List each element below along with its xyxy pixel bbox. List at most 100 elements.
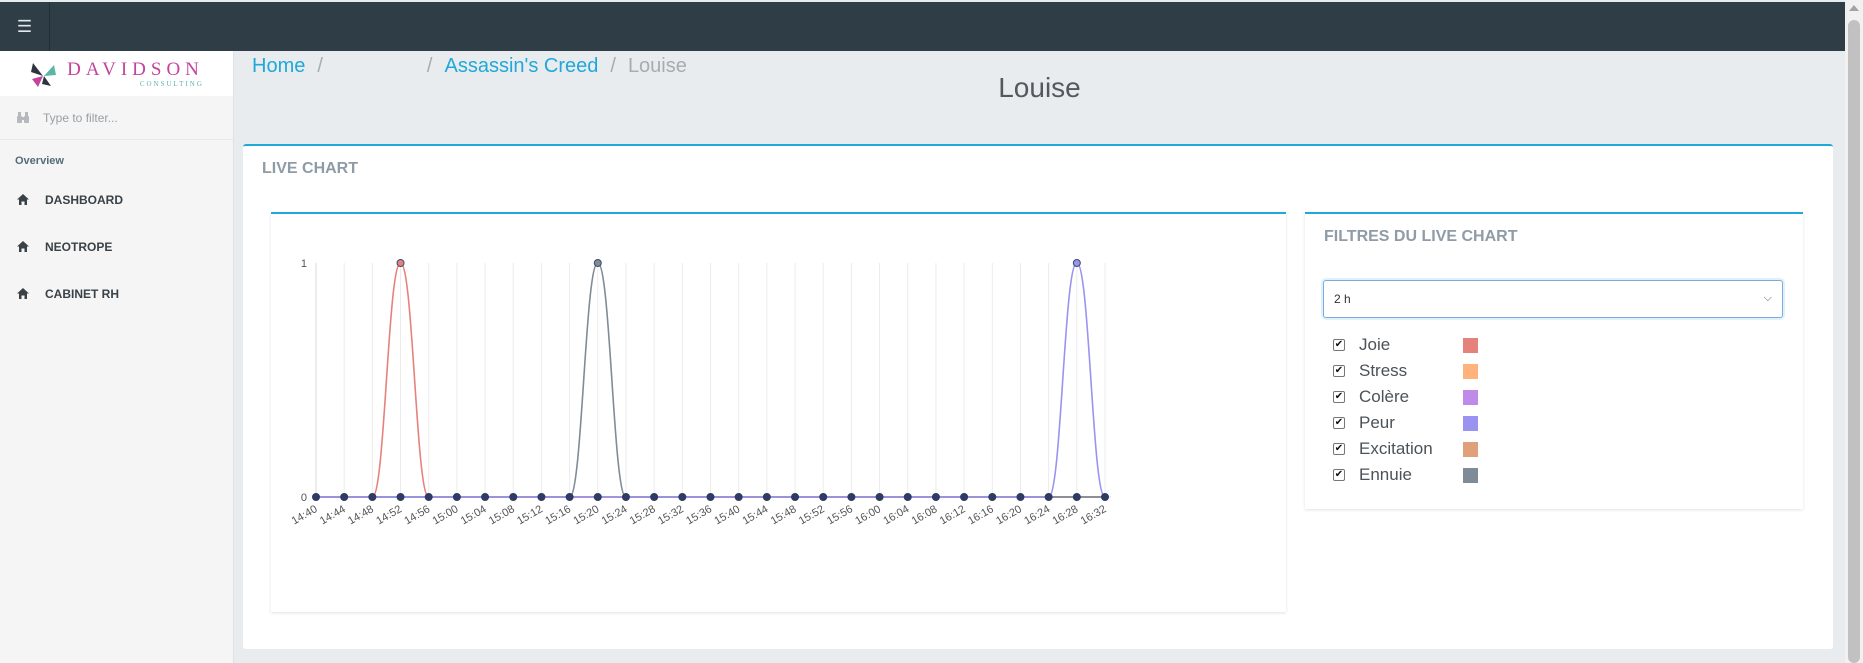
filter-input[interactable]: Type to filter... xyxy=(43,111,118,125)
emotion-filter-joie: ✔ Joie xyxy=(1333,332,1478,358)
time-range-value: 2 h xyxy=(1334,292,1351,306)
home-icon xyxy=(17,241,29,252)
y-tick-label: 1 xyxy=(301,258,307,270)
sidebar-item-cabinet-rh[interactable]: CABINET RH xyxy=(0,270,233,317)
home-icon xyxy=(17,288,29,299)
chevron-down-icon: ⌵ xyxy=(1763,292,1772,304)
sidebar-filter[interactable]: Type to filter... xyxy=(0,96,233,140)
zero-point xyxy=(1072,493,1081,501)
x-tick-label: 14:40 xyxy=(290,503,320,527)
peak-point-peur xyxy=(1072,259,1081,267)
top-navbar: ☰ xyxy=(0,2,1845,51)
x-tick-label: 15:48 xyxy=(769,503,799,527)
peak-point-ennuie xyxy=(593,259,602,267)
sidebar-item-neotrope[interactable]: NEOTROPE xyxy=(0,223,233,270)
zero-point xyxy=(1044,493,1053,501)
zero-point xyxy=(847,493,856,501)
zero-point xyxy=(875,493,884,501)
zero-point xyxy=(791,493,800,501)
emotion-filter-peur: ✔ Peur xyxy=(1333,410,1478,436)
x-tick-label: 15:28 xyxy=(628,503,658,527)
color-swatch xyxy=(1463,467,1478,483)
zero-point xyxy=(650,493,659,501)
x-tick-label: 15:32 xyxy=(656,503,686,527)
x-tick-label: 15:56 xyxy=(825,503,855,527)
x-tick-label: 14:56 xyxy=(402,503,432,527)
checkbox[interactable]: ✔ xyxy=(1333,469,1345,481)
filters-panel: FILTRES DU LIVE CHART 2 h ⌵ ✔ Joie ✔ Str… xyxy=(1305,212,1803,509)
zero-point xyxy=(931,493,940,501)
time-range-select[interactable]: 2 h ⌵ xyxy=(1323,280,1783,318)
checkbox[interactable]: ✔ xyxy=(1333,417,1345,429)
zero-point xyxy=(396,493,405,501)
zero-point xyxy=(706,493,715,501)
zero-point xyxy=(734,493,743,501)
checkbox[interactable]: ✔ xyxy=(1333,391,1345,403)
zero-point xyxy=(312,493,320,501)
color-swatch xyxy=(1463,389,1478,405)
emotion-filter-list: ✔ Joie ✔ Stress ✔ Colère ✔ Peur ✔ Excita… xyxy=(1333,332,1478,488)
company-logo[interactable]: DAVIDSON CONSULTING xyxy=(0,51,233,96)
card-title: LIVE CHART xyxy=(262,160,358,177)
filters-title: FILTRES DU LIVE CHART xyxy=(1324,228,1518,245)
binoculars-icon xyxy=(17,111,29,123)
x-tick-label: 16:32 xyxy=(1079,503,1109,527)
scroll-up-arrow-icon[interactable] xyxy=(1849,5,1859,11)
sidebar-section-title: Overview xyxy=(15,155,64,167)
emotion-label: Stress xyxy=(1359,361,1408,380)
color-swatch xyxy=(1463,441,1478,457)
zero-point xyxy=(960,493,969,501)
zero-point xyxy=(593,493,602,501)
zero-point xyxy=(481,493,490,501)
zero-point xyxy=(678,493,687,501)
home-icon xyxy=(17,194,29,205)
zero-point xyxy=(424,493,433,501)
x-tick-label: 15:36 xyxy=(684,503,714,527)
x-tick-label: 16:20 xyxy=(994,503,1024,527)
zero-point xyxy=(537,493,546,501)
x-tick-label: 14:52 xyxy=(374,503,404,527)
emotion-filter-colere: ✔ Colère xyxy=(1333,384,1478,410)
x-tick-label: 15:16 xyxy=(543,503,573,527)
x-tick-label: 16:12 xyxy=(938,503,968,527)
zero-point xyxy=(762,493,771,501)
zero-point xyxy=(903,493,912,501)
zero-point xyxy=(565,493,574,501)
sidebar-item-label: CABINET RH xyxy=(45,286,119,301)
x-tick-label: 15:24 xyxy=(600,503,630,527)
color-swatch xyxy=(1463,363,1478,379)
scrollbar-thumb[interactable] xyxy=(1848,20,1860,663)
checkbox[interactable]: ✔ xyxy=(1333,339,1345,351)
x-tick-label: 15:44 xyxy=(741,503,771,527)
zero-point xyxy=(509,493,518,501)
zero-point xyxy=(819,493,828,501)
zero-point xyxy=(1101,493,1109,501)
x-tick-label: 16:16 xyxy=(966,503,996,527)
zero-point xyxy=(340,493,349,501)
sidebar-item-dashboard[interactable]: DASHBOARD xyxy=(0,176,233,223)
sidebar: DAVIDSON CONSULTING Type to filter... Ov… xyxy=(0,51,234,663)
page-scrollbar[interactable] xyxy=(1845,0,1863,663)
checkbox[interactable]: ✔ xyxy=(1333,365,1345,377)
x-tick-label: 15:04 xyxy=(459,503,489,527)
x-tick-label: 14:48 xyxy=(346,503,376,527)
hamburger-icon[interactable]: ☰ xyxy=(0,2,50,51)
emotion-label: Excitation xyxy=(1359,439,1433,458)
x-tick-label: 15:40 xyxy=(712,503,742,527)
emotion-label: Joie xyxy=(1359,335,1391,354)
emotion-filter-stress: ✔ Stress xyxy=(1333,358,1478,384)
x-tick-label: 16:28 xyxy=(1050,503,1080,527)
x-tick-label: 15:12 xyxy=(515,503,545,527)
butterfly-logo-icon xyxy=(31,62,57,87)
checkbox[interactable]: ✔ xyxy=(1333,443,1345,455)
x-tick-label: 15:52 xyxy=(797,503,827,527)
sidebar-item-label: NEOTROPE xyxy=(45,239,113,254)
line-chart: 0114:4014:4414:4814:5214:5615:0015:0415:… xyxy=(290,258,1111,527)
x-tick-label: 16:00 xyxy=(853,503,883,527)
live-chart-card: LIVE CHART 0 1 14:40 14:44 14:48 14:52 14:56 15… xyxy=(243,144,1833,649)
x-tick-label: 15:08 xyxy=(487,503,517,527)
color-swatch xyxy=(1463,337,1478,353)
sidebar-item-label: DASHBOARD xyxy=(45,192,123,207)
zero-point xyxy=(368,493,377,501)
emotion-label: Colère xyxy=(1359,387,1410,406)
